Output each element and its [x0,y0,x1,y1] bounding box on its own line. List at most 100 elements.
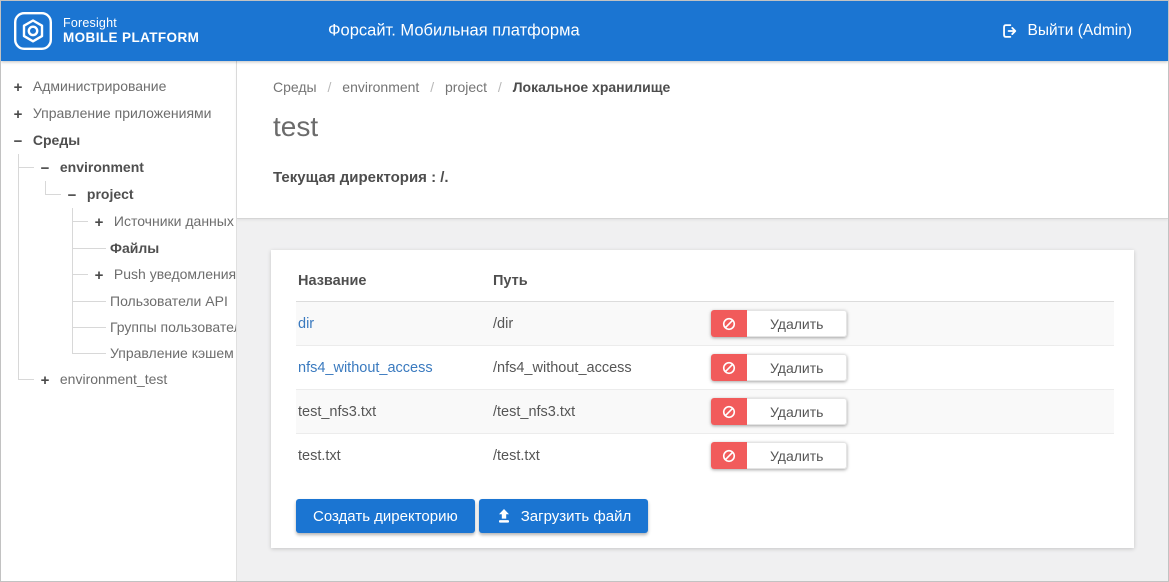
files-table: Название Путь dir /dir [296,258,1114,477]
delete-button[interactable]: Удалить [711,310,847,337]
expand-icon[interactable]: + [38,374,52,388]
tree-item-administration-row[interactable]: + Администрирование [11,73,230,100]
tree-item-environment-row[interactable]: − environment [38,154,230,181]
tree-item-push-notifications-row[interactable]: + Push уведомления [92,261,230,288]
file-path: /dir [491,302,709,346]
file-name-link[interactable]: nfs4_without_access [298,360,433,376]
expand-icon[interactable]: + [92,216,106,230]
brand-logo[interactable]: Foresight MOBILE PLATFORM [13,11,199,51]
tree-root: + Администрирование + Управление приложе… [11,73,230,393]
breadcrumb: Среды / environment / project / Локально… [273,79,1138,95]
tree-item-user-groups: Группы пользователей [72,314,230,340]
tree-item-data-sources-row[interactable]: + Источники данных [92,208,230,235]
top-navbar: Foresight MOBILE PLATFORM Форсайт. Мобил… [1,1,1168,61]
tree-item-label: environment_test [60,371,167,387]
navigation-tree: + Администрирование + Управление приложе… [11,73,230,393]
file-name: test_nfs3.txt [298,404,376,420]
brand-text: Foresight MOBILE PLATFORM [63,16,199,46]
expand-icon[interactable]: + [92,269,106,283]
expand-icon[interactable]: + [11,81,25,95]
tree-item-label: environment [60,159,144,175]
delete-button[interactable]: Удалить [711,442,847,469]
breadcrumb-project[interactable]: project [445,79,487,95]
delete-button-label: Удалить [747,398,847,425]
create-directory-label: Создать директорию [313,508,458,525]
tree-item-administration: + Администрирование [11,73,230,100]
collapse-icon[interactable]: − [38,162,52,176]
delete-button-label: Удалить [747,310,847,337]
ban-icon [711,442,747,469]
files-card: Название Путь dir /dir [271,250,1134,548]
table-row: dir /dir [296,302,1114,346]
tree-item-files-row[interactable]: Файлы [92,235,230,261]
file-name: test.txt [298,448,341,464]
page-header: Среды / environment / project / Локально… [237,61,1168,219]
tree-item-project: − project + Источники данных [45,181,230,366]
upload-icon [496,508,512,524]
breadcrumb-separator: / [328,79,332,95]
tree-item-project-row[interactable]: − project [65,181,230,208]
tree-item-label: Среды [33,132,80,148]
tree-item-cache-management: Управление кэшем [72,340,230,366]
collapse-icon[interactable]: − [65,189,79,203]
tree-item-app-management-row[interactable]: + Управление приложениями [11,100,230,127]
column-header-name: Название [296,258,491,302]
tree-item-cache-management-row[interactable]: Управление кэшем [92,340,230,366]
tree-item-data-sources: + Источники данных [72,208,230,235]
breadcrumb-environments[interactable]: Среды [273,79,317,95]
app-title: Форсайт. Мобильная платформа [328,22,580,41]
file-path: /nfs4_without_access [491,346,709,390]
tree-children-environment: − project + Источники данных [45,181,230,366]
tree-item-label: Управление приложениями [33,105,212,121]
table-row: test_nfs3.txt /test_nfs3.txt [296,390,1114,434]
tree-item-label: Источники данных [114,213,234,229]
tree-item-environments-row[interactable]: − Среды [11,127,230,154]
tree-item-label: Пользователи API [110,293,228,309]
main-content: Среды / environment / project / Локально… [237,61,1168,581]
breadcrumb-environment[interactable]: environment [342,79,419,95]
tree-item-push-notifications: + Push уведомления [72,261,230,288]
column-header-path: Путь [491,258,709,302]
tree-children-environments: − environment − project [18,154,230,393]
breadcrumb-current: Локальное хранилище [513,79,671,95]
tree-item-label: project [87,186,134,202]
file-name-link[interactable]: dir [298,316,314,332]
logout-button[interactable]: Выйти (Admin) [1000,22,1132,40]
page-title: test [273,111,1138,143]
tree-item-environment-test: + environment_test [18,366,230,393]
card-actions: Создать директорию Загрузить файл [296,499,1114,533]
upload-file-button[interactable]: Загрузить файл [479,499,648,533]
foresight-logo-icon [13,11,53,51]
ban-icon [711,310,747,337]
tree-item-app-management: + Управление приложениями [11,100,230,127]
tree-item-label: Файлы [110,240,159,256]
delete-button-label: Удалить [747,442,847,469]
tree-item-api-users: Пользователи API [72,288,230,314]
delete-button-label: Удалить [747,354,847,381]
delete-button[interactable]: Удалить [711,398,847,425]
logout-label: Выйти (Admin) [1028,22,1132,40]
delete-button[interactable]: Удалить [711,354,847,381]
brand-line2: MOBILE PLATFORM [63,30,199,46]
expand-icon[interactable]: + [11,108,25,122]
breadcrumb-separator: / [430,79,434,95]
current-directory-label: Текущая директория : /. [273,169,1138,186]
tree-children-project: + Источники данных Файлы [72,208,230,366]
file-path: /test.txt [491,434,709,478]
sidebar: + Администрирование + Управление приложе… [1,61,237,581]
tree-item-environment-test-row[interactable]: + environment_test [38,366,230,393]
create-directory-button[interactable]: Создать директорию [296,499,475,533]
table-row: nfs4_without_access /nfs4_without_access [296,346,1114,390]
ban-icon [711,354,747,381]
collapse-icon[interactable]: − [11,135,25,149]
table-header-row: Название Путь [296,258,1114,302]
tree-item-label: Группы пользователей [110,319,237,335]
tree-item-environment: − environment − project [18,154,230,366]
tree-item-user-groups-row[interactable]: Группы пользователей [92,314,230,340]
content-area: Название Путь dir /dir [237,219,1168,581]
tree-item-environments: − Среды − environment [11,127,230,393]
tree-item-api-users-row[interactable]: Пользователи API [92,288,230,314]
tree-item-label: Управление кэшем [110,345,234,361]
ban-icon [711,398,747,425]
app-window: Foresight MOBILE PLATFORM Форсайт. Мобил… [0,0,1169,582]
